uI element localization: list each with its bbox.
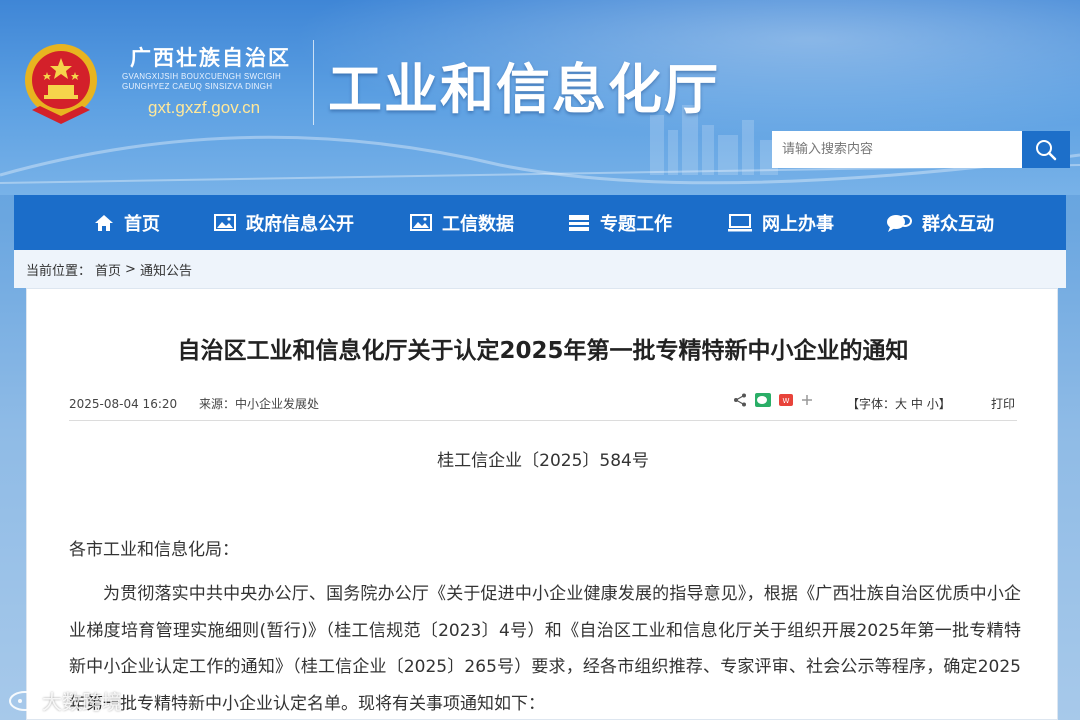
- image-icon: [410, 214, 432, 231]
- image-icon: [214, 214, 236, 231]
- nav-item-interaction[interactable]: 群众互动: [886, 195, 994, 250]
- search-input[interactable]: [772, 131, 1022, 168]
- source-value: 中小企业发展处: [234, 397, 319, 411]
- print-button[interactable]: 打印: [991, 395, 1015, 412]
- article-panel: 自治区工业和信息化厅关于认定2025年第一批专精特新中小企业的通知 2025-0…: [26, 288, 1058, 720]
- font-medium-button[interactable]: 中: [911, 397, 923, 411]
- department-title: 工业和信息化厅: [328, 57, 720, 121]
- region-name: 广西壮族自治区: [130, 46, 291, 70]
- nav-item-home[interactable]: 首页: [94, 195, 160, 250]
- search-button[interactable]: [1022, 131, 1070, 168]
- breadcrumb-separator: >: [125, 261, 136, 277]
- main-nav: 首页 政府信息公开 工信数据 专题工作 网上办事 群众互动: [14, 195, 1066, 250]
- document-number: 桂工信企业〔2025〕584号: [437, 451, 649, 471]
- national-emblem-icon: [25, 44, 97, 124]
- watermark: 大数跨境: [8, 686, 122, 715]
- share-bar: W: [733, 393, 813, 407]
- wechat-icon[interactable]: [755, 393, 771, 407]
- share-icon[interactable]: [733, 393, 747, 407]
- nav-label: 网上办事: [762, 213, 834, 235]
- search-icon: [1036, 139, 1057, 160]
- article-title: 自治区工业和信息化厅关于认定2025年第一批专精特新中小企业的通知: [177, 338, 909, 364]
- nav-label: 首页: [124, 213, 160, 235]
- nav-label: 专题工作: [600, 213, 672, 235]
- breadcrumb-home[interactable]: 首页: [95, 260, 121, 279]
- publish-datetime: 2025-08-04 16:20: [69, 397, 178, 411]
- region-name-zhuang-1: GVANGXIJSIH BOUXCUENGH SWCIGIH: [122, 72, 282, 81]
- article-meta: 2025-08-04 16:20 来源：中小企业发展处: [69, 395, 319, 412]
- breadcrumb-notices[interactable]: 通知公告: [140, 260, 192, 279]
- site-url[interactable]: gxt.gxzf.gov.cn: [148, 98, 260, 118]
- plus-icon[interactable]: [801, 394, 813, 406]
- font-label-close: 】: [938, 397, 951, 411]
- nav-item-online-service[interactable]: 网上办事: [728, 195, 834, 250]
- nav-label: 工信数据: [442, 213, 514, 235]
- region-name-zhuang-2: GUNGHYEZ CAEUQ SINSIZVA DINGH: [122, 82, 273, 91]
- source-label: 来源：: [198, 397, 235, 411]
- home-icon: [95, 214, 113, 231]
- nav-label: 政府信息公开: [246, 213, 354, 235]
- font-large-button[interactable]: 大: [895, 397, 907, 411]
- chat-icon: [887, 214, 912, 232]
- font-label: 【字体：: [847, 397, 896, 411]
- nav-item-topics[interactable]: 专题工作: [568, 195, 672, 250]
- header-divider: [313, 40, 314, 125]
- weibo-icon[interactable]: W: [779, 394, 793, 406]
- nav-label: 群众互动: [922, 213, 994, 235]
- font-small-button[interactable]: 小: [927, 397, 939, 411]
- meta-divider: [69, 420, 1017, 421]
- monitor-icon: [728, 213, 752, 231]
- nav-item-gov-info[interactable]: 政府信息公开: [214, 195, 354, 250]
- body-paragraph: 为贯彻落实中共中央办公厅、国务院办公厅《关于促进中小企业健康发展的指导意见》，根…: [69, 584, 1021, 714]
- watermark-logo-icon: [9, 690, 41, 711]
- salutation: 各市工业和信息化局：: [69, 540, 239, 560]
- svg-text:W: W: [783, 397, 790, 405]
- list-icon: [569, 214, 589, 231]
- nav-item-data[interactable]: 工信数据: [410, 195, 514, 250]
- breadcrumb-prefix: 当前位置：: [26, 263, 92, 279]
- breadcrumb: 当前位置： 首页 > 通知公告: [14, 250, 1066, 288]
- header-banner: 广西壮族自治区 GVANGXIJSIH BOUXCUENGH SWCIGIH G…: [0, 0, 1080, 195]
- font-size-control: 【字体：大 中 小】: [847, 395, 951, 412]
- watermark-text: 大数跨境: [42, 690, 122, 714]
